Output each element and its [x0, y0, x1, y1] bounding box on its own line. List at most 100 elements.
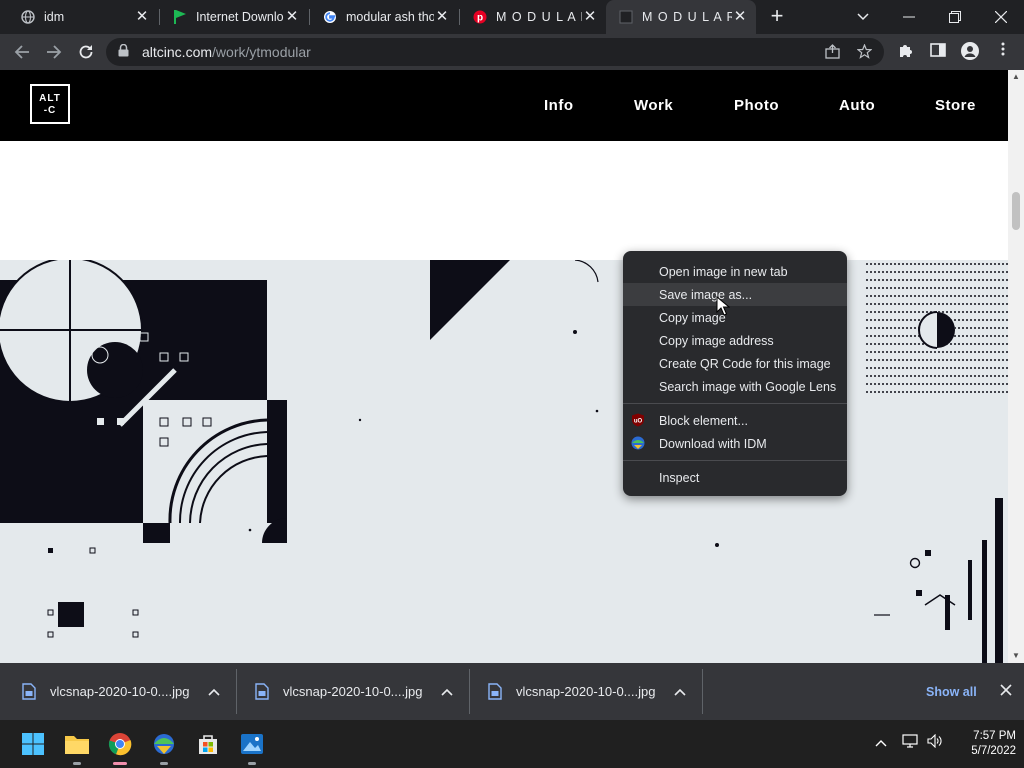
- reload-button[interactable]: [72, 38, 100, 66]
- download-item[interactable]: vlcsnap-2020-10-0....jpg: [255, 663, 454, 720]
- lock-icon: [118, 43, 132, 60]
- close-window-button[interactable]: [978, 0, 1024, 34]
- vertical-scrollbar[interactable]: ▲ ▼: [1008, 70, 1024, 663]
- chevron-up-icon[interactable]: [440, 685, 454, 699]
- idm-taskbar-icon[interactable]: [148, 728, 180, 765]
- scrollbar-thumb[interactable]: [1012, 192, 1020, 230]
- url-path: /work/ytmodular: [212, 44, 311, 60]
- download-filename: vlcsnap-2020-10-0....jpg: [50, 684, 190, 699]
- menu-download-with-idm[interactable]: Download with IDM: [623, 432, 847, 455]
- modular-artwork-image[interactable]: [0, 260, 1008, 663]
- tab-title: M O D U L A R: [496, 10, 582, 24]
- menu-save-image-as[interactable]: Save image as...: [623, 283, 847, 306]
- tab-modular-active[interactable]: M O D U L A R ✕: [606, 0, 756, 34]
- network-display-icon[interactable]: [902, 734, 918, 751]
- nav-work[interactable]: Work: [634, 70, 673, 141]
- restore-button[interactable]: [932, 0, 978, 34]
- menu-create-qr-code[interactable]: Create QR Code for this image: [623, 352, 847, 375]
- scroll-up-arrow-icon[interactable]: ▲: [1008, 70, 1024, 84]
- tab-title: M O D U L A R: [642, 10, 732, 24]
- tab-modular-pinterest[interactable]: p M O D U L A R ✕: [460, 0, 606, 34]
- ublock-icon: uO: [631, 413, 645, 427]
- minimize-button[interactable]: [886, 0, 932, 34]
- close-download-shelf-icon[interactable]: [996, 682, 1016, 702]
- menu-copy-image-address[interactable]: Copy image address: [623, 329, 847, 352]
- side-panel-icon[interactable]: [928, 42, 948, 62]
- photos-app-icon[interactable]: [236, 728, 268, 765]
- tab-close-icon[interactable]: ✕: [732, 9, 748, 25]
- tab-modular-ash[interactable]: modular ash tho ✕: [310, 0, 458, 34]
- image-file-icon: [22, 683, 36, 700]
- tab-close-icon[interactable]: ✕: [134, 9, 150, 25]
- tab-close-icon[interactable]: ✕: [284, 9, 300, 25]
- microsoft-store-icon[interactable]: [192, 728, 224, 760]
- nav-auto[interactable]: Auto: [839, 70, 875, 141]
- menu-copy-image[interactable]: Copy image: [623, 306, 847, 329]
- chevron-up-icon[interactable]: [673, 685, 687, 699]
- tab-search-chevron-icon[interactable]: [840, 0, 886, 34]
- halftone-pattern: [866, 260, 1008, 400]
- page-viewport: ALT -C Info Work Photo Auto Store: [0, 70, 1008, 663]
- menu-label: Download with IDM: [659, 436, 767, 451]
- running-indicator: [248, 762, 256, 765]
- nav-photo[interactable]: Photo: [734, 70, 779, 141]
- show-all-downloads-link[interactable]: Show all: [926, 663, 977, 720]
- download-shelf: vlcsnap-2020-10-0....jpg vlcsnap-2020-10…: [0, 663, 1024, 720]
- tab-title: modular ash tho: [346, 10, 434, 24]
- menu-open-image-new-tab[interactable]: Open image in new tab: [623, 260, 847, 283]
- nav-store[interactable]: Store: [935, 70, 976, 141]
- download-item[interactable]: vlcsnap-2020-10-0....jpg: [22, 663, 221, 720]
- kebab-menu-icon[interactable]: [993, 42, 1013, 62]
- running-indicator: [73, 762, 81, 765]
- pinterest-icon: p: [472, 9, 488, 25]
- logo-line-1: ALT: [39, 93, 61, 104]
- profile-avatar-icon[interactable]: [960, 42, 980, 62]
- idm-icon: [631, 436, 645, 450]
- browser-toolbar: altcinc.com/work/ytmodular: [0, 34, 1024, 70]
- chevron-up-icon[interactable]: [207, 685, 221, 699]
- file-explorer-icon[interactable]: [61, 728, 93, 765]
- menu-block-element[interactable]: uO Block element...: [623, 409, 847, 432]
- menu-inspect[interactable]: Inspect: [623, 466, 847, 489]
- url-host: altcinc.com: [142, 44, 213, 60]
- back-button[interactable]: [8, 38, 36, 66]
- menu-separator: [623, 460, 847, 461]
- image-file-icon: [488, 683, 502, 700]
- artwork-graphic: [0, 260, 1008, 663]
- share-icon[interactable]: [824, 44, 840, 60]
- address-bar[interactable]: altcinc.com/work/ytmodular: [106, 38, 884, 66]
- arrow-right-icon: [47, 45, 62, 59]
- tab-close-icon[interactable]: ✕: [434, 9, 450, 25]
- url-text: altcinc.com/work/ytmodular: [142, 44, 311, 60]
- svg-text:uO: uO: [634, 419, 643, 425]
- system-clock[interactable]: 7:57 PM 5/7/2022: [950, 729, 1016, 759]
- tab-internet-download[interactable]: Internet Downlo ✕: [160, 0, 308, 34]
- download-filename: vlcsnap-2020-10-0....jpg: [516, 684, 656, 699]
- image-context-menu: Open image in new tab Save image as... C…: [623, 251, 847, 496]
- extensions-puzzle-icon[interactable]: [896, 42, 916, 62]
- scroll-down-arrow-icon[interactable]: ▼: [1008, 649, 1024, 663]
- nav-info[interactable]: Info: [544, 70, 574, 141]
- tab-title: Internet Downlo: [196, 10, 284, 24]
- blank-page-icon: [618, 9, 634, 25]
- download-item[interactable]: vlcsnap-2020-10-0....jpg: [488, 663, 687, 720]
- site-logo[interactable]: ALT -C: [30, 84, 70, 124]
- clock-date: 5/7/2022: [971, 745, 1016, 757]
- forward-button[interactable]: [40, 38, 68, 66]
- google-icon: [322, 9, 338, 25]
- chrome-icon[interactable]: [104, 728, 136, 765]
- windows-taskbar: 7:57 PM 5/7/2022: [0, 720, 1024, 768]
- volume-speaker-icon[interactable]: [927, 733, 943, 751]
- active-indicator: [113, 762, 127, 765]
- download-divider: [236, 669, 237, 714]
- tab-idm[interactable]: idm ✕: [8, 0, 158, 34]
- logo-line-2: -C: [43, 105, 57, 116]
- start-windows-icon[interactable]: [17, 728, 49, 760]
- new-tab-button[interactable]: +: [765, 5, 789, 29]
- download-divider: [469, 669, 470, 714]
- menu-search-google-lens[interactable]: Search image with Google Lens: [623, 375, 847, 398]
- bookmark-star-icon[interactable]: [855, 43, 873, 60]
- reload-icon: [79, 45, 93, 59]
- tray-chevron-up-icon[interactable]: [875, 734, 887, 750]
- tab-close-icon[interactable]: ✕: [582, 9, 598, 25]
